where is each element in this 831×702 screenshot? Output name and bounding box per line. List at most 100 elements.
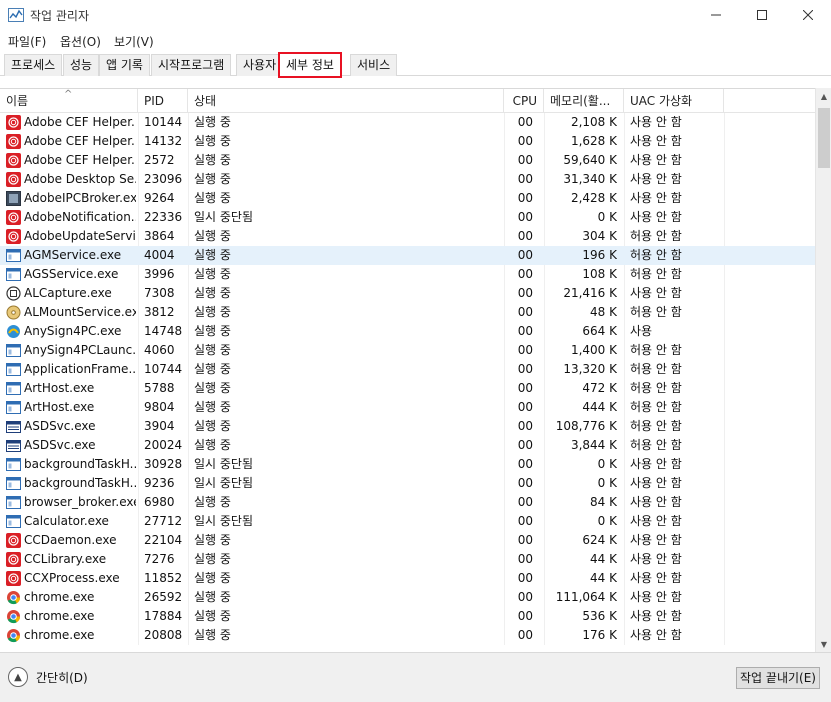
process-memory: 3,844 K — [570, 438, 617, 452]
process-pid: 7276 — [144, 552, 175, 566]
process-cpu: 00 — [517, 191, 533, 205]
minimize-button[interactable] — [693, 0, 739, 30]
process-name: backgroundTaskH... — [24, 457, 136, 471]
vertical-scrollbar[interactable]: ▲ ▼ — [815, 88, 831, 652]
process-pid: 14132 — [144, 134, 183, 148]
process-memory: 444 K — [582, 400, 617, 414]
close-button[interactable] — [785, 0, 831, 30]
tab-app-history[interactable]: 앱 기록 — [99, 54, 150, 76]
column-header-cpu[interactable]: CPU — [504, 89, 544, 113]
menu-view[interactable]: 보기(V) — [114, 33, 154, 50]
title-bar: 작업 관리자 — [0, 0, 831, 30]
window-icon — [6, 457, 21, 472]
collapse-chevron-up-icon[interactable]: ▲ — [8, 667, 28, 687]
chrome-icon — [6, 628, 21, 643]
table-row[interactable]: AdobeIPCBroker.exe 9264 실행 중 00 2,428 K 사용 안 … — [0, 189, 815, 208]
table-row[interactable]: browser_broker.exe 6980 실행 중 00 84 K 사용 안 함 — [0, 493, 815, 512]
table-row[interactable]: ALMountService.exe 3812 실행 중 00 48 K 허용 안 함 — [0, 303, 815, 322]
process-uac-virtualization: 사용 안 함 — [630, 609, 682, 623]
end-task-button[interactable]: 작업 끝내기(E) — [736, 667, 820, 689]
process-status: 실행 중 — [194, 628, 231, 642]
table-row[interactable]: backgroundTaskH... 30928 일시 중단됨 00 0 K 사용 안 함 — [0, 455, 815, 474]
process-pid: 14748 — [144, 324, 183, 338]
process-pid: 10144 — [144, 115, 183, 129]
adobe-icon — [6, 229, 21, 244]
process-name: chrome.exe — [24, 590, 95, 604]
table-row[interactable]: ASDSvc.exe 20024 실행 중 00 3,844 K 허용 안 함 — [0, 436, 815, 455]
process-pid: 6980 — [144, 495, 175, 509]
process-pid: 22336 — [144, 210, 183, 224]
table-row[interactable]: chrome.exe 17884 실행 중 00 536 K 사용 안 함 — [0, 607, 815, 626]
table-row[interactable]: CCXProcess.exe 11852 실행 중 00 44 K 사용 안 함 — [0, 569, 815, 588]
adobe-icon — [6, 115, 21, 130]
table-row[interactable]: ALCapture.exe 7308 실행 중 00 21,416 K 사용 안 함 — [0, 284, 815, 303]
menu-options[interactable]: 옵션(O) — [60, 33, 101, 50]
process-pid: 2572 — [144, 153, 175, 167]
process-name: AdobeUpdateServi... — [24, 229, 136, 243]
process-name: AnySign4PCLaunc... — [24, 343, 136, 357]
table-row[interactable]: backgroundTaskH... 9236 일시 중단됨 00 0 K 사용 안 함 — [0, 474, 815, 493]
process-pid: 9264 — [144, 191, 175, 205]
tab-details[interactable]: 세부 정보 — [278, 52, 342, 78]
process-cpu: 00 — [517, 324, 533, 338]
process-uac-virtualization: 사용 안 함 — [630, 552, 682, 566]
column-header-pid[interactable]: PID — [138, 89, 188, 113]
table-row[interactable]: chrome.exe 20808 실행 중 00 176 K 사용 안 함 — [0, 626, 815, 645]
tab-startup[interactable]: 시작프로그램 — [151, 54, 232, 76]
table-row[interactable]: ArtHost.exe 9804 실행 중 00 444 K 허용 안 함 — [0, 398, 815, 417]
asd-icon — [6, 419, 21, 434]
process-memory: 84 K — [590, 495, 617, 509]
process-table: ^ 이름 PID 상태 CPU 메모리(활... UAC 가상화 Adobe C… — [0, 88, 815, 652]
fewer-details-link[interactable]: 간단히(D) — [36, 669, 88, 686]
scrollbar-thumb[interactable] — [818, 108, 830, 168]
table-row[interactable]: ArtHost.exe 5788 실행 중 00 472 K 허용 안 함 — [0, 379, 815, 398]
process-memory: 536 K — [582, 609, 617, 623]
process-memory: 13,320 K — [563, 362, 617, 376]
process-cpu: 00 — [517, 590, 533, 604]
adobe-icon — [6, 172, 21, 187]
table-row[interactable]: Adobe CEF Helper.... 2572 실행 중 00 59,640 K 사용… — [0, 151, 815, 170]
process-cpu: 00 — [517, 571, 533, 585]
table-row[interactable]: CCDaemon.exe 22104 실행 중 00 624 K 사용 안 함 — [0, 531, 815, 550]
table-row[interactable]: AnySign4PCLaunc... 4060 실행 중 00 1,400 K 허용 안 … — [0, 341, 815, 360]
column-header-memory[interactable]: 메모리(활... — [544, 89, 624, 113]
table-row[interactable]: chrome.exe 26592 실행 중 00 111,064 K 사용 안 함 — [0, 588, 815, 607]
window-icon — [6, 267, 21, 282]
process-memory: 2,428 K — [570, 191, 617, 205]
menu-file[interactable]: 파일(F) — [8, 33, 46, 50]
adobe-icon — [6, 210, 21, 225]
table-row[interactable]: ApplicationFrame... 10744 실행 중 00 13,320 K 허용… — [0, 360, 815, 379]
process-uac-virtualization: 사용 안 함 — [630, 191, 682, 205]
process-status: 실행 중 — [194, 343, 231, 357]
table-row[interactable]: Adobe Desktop Se... 23096 실행 중 00 31,340 K 사용… — [0, 170, 815, 189]
scroll-up-arrow-icon[interactable]: ▲ — [816, 88, 831, 104]
table-row[interactable]: Calculator.exe 27712 일시 중단됨 00 0 K 사용 안 함 — [0, 512, 815, 531]
table-row[interactable]: ASDSvc.exe 3904 실행 중 00 108,776 K 허용 안 함 — [0, 417, 815, 436]
tab-users[interactable]: 사용자 — [236, 54, 284, 76]
table-row[interactable]: AdobeUpdateServi... 3864 실행 중 00 304 K 허용 안 함 — [0, 227, 815, 246]
tab-services[interactable]: 서비스 — [350, 54, 398, 76]
table-row[interactable]: Adobe CEF Helper.... 14132 실행 중 00 1,628 K 사용… — [0, 132, 815, 151]
process-cpu: 00 — [517, 362, 533, 376]
task-manager-icon — [8, 8, 24, 22]
footer-bar: ▲ 간단히(D) 작업 끝내기(E) — [0, 652, 831, 702]
tab-processes[interactable]: 프로세스 — [4, 54, 63, 76]
process-name: AGMService.exe — [24, 248, 122, 262]
table-row[interactable]: AdobeNotification.... 22336 일시 중단됨 00 0 K 사용 … — [0, 208, 815, 227]
process-status: 실행 중 — [194, 400, 231, 414]
scroll-down-arrow-icon[interactable]: ▼ — [816, 636, 831, 652]
column-header-name[interactable]: ^ 이름 — [0, 89, 138, 113]
tab-performance[interactable]: 성능 — [63, 54, 100, 76]
table-row[interactable]: AGMService.exe 4004 실행 중 00 196 K 허용 안 함 — [0, 246, 815, 265]
process-status: 실행 중 — [194, 267, 231, 281]
process-cpu: 00 — [517, 552, 533, 566]
table-row[interactable]: AnySign4PC.exe 14748 실행 중 00 664 K 사용 — [0, 322, 815, 341]
column-header-uac[interactable]: UAC 가상화 — [624, 89, 724, 113]
process-status: 일시 중단됨 — [194, 210, 254, 224]
window-icon — [6, 514, 21, 529]
column-header-status[interactable]: 상태 — [188, 89, 504, 113]
maximize-button[interactable] — [739, 0, 785, 30]
table-row[interactable]: Adobe CEF Helper.... 10144 실행 중 00 2,108 K 사용… — [0, 113, 815, 132]
table-row[interactable]: CCLibrary.exe 7276 실행 중 00 44 K 사용 안 함 — [0, 550, 815, 569]
table-row[interactable]: AGSService.exe 3996 실행 중 00 108 K 허용 안 함 — [0, 265, 815, 284]
